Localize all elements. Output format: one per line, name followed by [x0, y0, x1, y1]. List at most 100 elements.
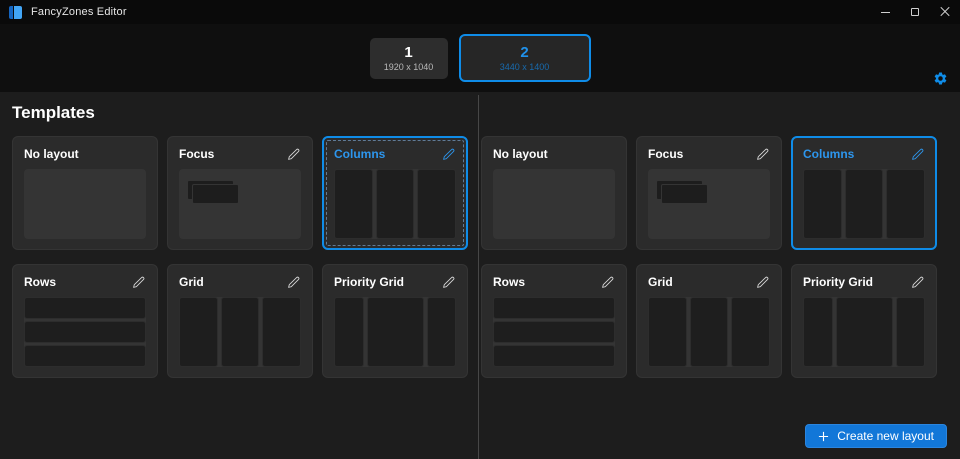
layout-preview-columns: [334, 169, 456, 239]
layout-preview-empty: [24, 169, 146, 239]
create-new-layout-label: Create new layout: [837, 429, 934, 443]
pencil-icon: [442, 276, 455, 289]
monitor-tab-1[interactable]: 1 1920 x 1040: [370, 38, 448, 79]
card-title: Grid: [179, 275, 204, 289]
plus-icon: [818, 431, 829, 442]
zone: [845, 169, 884, 239]
edit-layout-button[interactable]: [599, 274, 615, 290]
maximize-icon: [911, 8, 919, 16]
zone: [221, 297, 260, 367]
monitor-1-template-panel: No layout Focus Columns: [0, 92, 478, 459]
layout-preview-rows: [493, 297, 615, 367]
edit-layout-button[interactable]: [440, 146, 456, 162]
edit-layout-button[interactable]: [285, 274, 301, 290]
template-card-columns[interactable]: Columns: [322, 136, 468, 250]
monitor-2-template-panel: No layout Focus Columns: [479, 92, 960, 459]
card-title: Priority Grid: [803, 275, 873, 289]
layout-preview-rows: [24, 297, 146, 367]
pencil-icon: [442, 148, 455, 161]
card-title: Columns: [334, 147, 385, 161]
template-card-focus[interactable]: Focus: [636, 136, 782, 250]
edit-layout-button[interactable]: [909, 146, 925, 162]
zone: [179, 297, 218, 367]
zone: [648, 297, 687, 367]
templates-heading: Templates: [12, 103, 95, 123]
card-title: Rows: [493, 275, 525, 289]
edit-layout-button[interactable]: [754, 274, 770, 290]
zone: [262, 297, 301, 367]
pencil-icon: [601, 276, 614, 289]
zone: [24, 321, 146, 343]
zone: [690, 297, 729, 367]
zone: [803, 169, 842, 239]
edit-layout-button[interactable]: [130, 274, 146, 290]
template-card-priority-grid[interactable]: Priority Grid: [322, 264, 468, 378]
pencil-icon: [287, 148, 300, 161]
layout-preview-grid: [648, 297, 770, 367]
template-card-grid[interactable]: Grid: [636, 264, 782, 378]
pencil-icon: [911, 276, 924, 289]
close-icon: [940, 7, 950, 17]
edit-layout-button[interactable]: [754, 146, 770, 162]
monitor-number: 1: [404, 45, 412, 61]
zone: [367, 297, 424, 367]
zone: [836, 297, 893, 367]
template-card-no-layout[interactable]: No layout: [12, 136, 158, 250]
pencil-icon: [287, 276, 300, 289]
layout-preview-focus: [179, 169, 301, 239]
edit-layout-button[interactable]: [440, 274, 456, 290]
card-title: Focus: [179, 147, 214, 161]
zone: [427, 297, 457, 367]
maximize-button[interactable]: [900, 0, 930, 24]
template-card-grid[interactable]: Grid: [167, 264, 313, 378]
zone: [803, 297, 833, 367]
minimize-icon: [881, 12, 890, 13]
settings-button[interactable]: [930, 68, 950, 88]
template-card-columns[interactable]: Columns: [791, 136, 937, 250]
monitor-resolution: 3440 x 1400: [500, 62, 550, 72]
template-card-focus[interactable]: Focus: [167, 136, 313, 250]
title-bar: FancyZones Editor: [0, 0, 960, 24]
zone: [493, 345, 615, 367]
zone: [417, 169, 456, 239]
zone: [886, 169, 925, 239]
monitor-tab-2[interactable]: 2 3440 x 1400: [459, 34, 591, 82]
pencil-icon: [756, 148, 769, 161]
pencil-icon: [132, 276, 145, 289]
pencil-icon: [911, 148, 924, 161]
template-card-rows[interactable]: Rows: [481, 264, 627, 378]
pencil-icon: [756, 276, 769, 289]
zone: [896, 297, 926, 367]
focus-zone: [192, 184, 239, 204]
create-new-layout-button[interactable]: Create new layout: [805, 424, 947, 448]
minimize-button[interactable]: [870, 0, 900, 24]
zone: [24, 345, 146, 367]
template-grid: No layout Focus Columns: [481, 136, 960, 378]
layout-preview-empty: [493, 169, 615, 239]
template-card-priority-grid[interactable]: Priority Grid: [791, 264, 937, 378]
zone: [731, 297, 770, 367]
layout-preview-focus: [648, 169, 770, 239]
card-title: Priority Grid: [334, 275, 404, 289]
edit-layout-button[interactable]: [285, 146, 301, 162]
monitor-number: 2: [520, 45, 528, 61]
card-title: No layout: [24, 147, 79, 161]
focus-zone: [661, 184, 708, 204]
layout-preview-priority-grid: [803, 297, 925, 367]
zone: [493, 297, 615, 319]
layout-preview-priority-grid: [334, 297, 456, 367]
card-title: Grid: [648, 275, 673, 289]
zone: [376, 169, 415, 239]
template-card-no-layout[interactable]: No layout: [481, 136, 627, 250]
template-card-rows[interactable]: Rows: [12, 264, 158, 378]
edit-layout-button[interactable]: [909, 274, 925, 290]
zone: [334, 169, 373, 239]
card-title: No layout: [493, 147, 548, 161]
card-title: Focus: [648, 147, 683, 161]
templates-section: Templates No layout Focus: [0, 92, 960, 459]
layout-preview-grid: [179, 297, 301, 367]
close-button[interactable]: [930, 0, 960, 24]
monitor-resolution: 1920 x 1040: [384, 62, 434, 72]
fancyzones-app-icon: [9, 6, 22, 19]
window-controls: [870, 0, 960, 24]
